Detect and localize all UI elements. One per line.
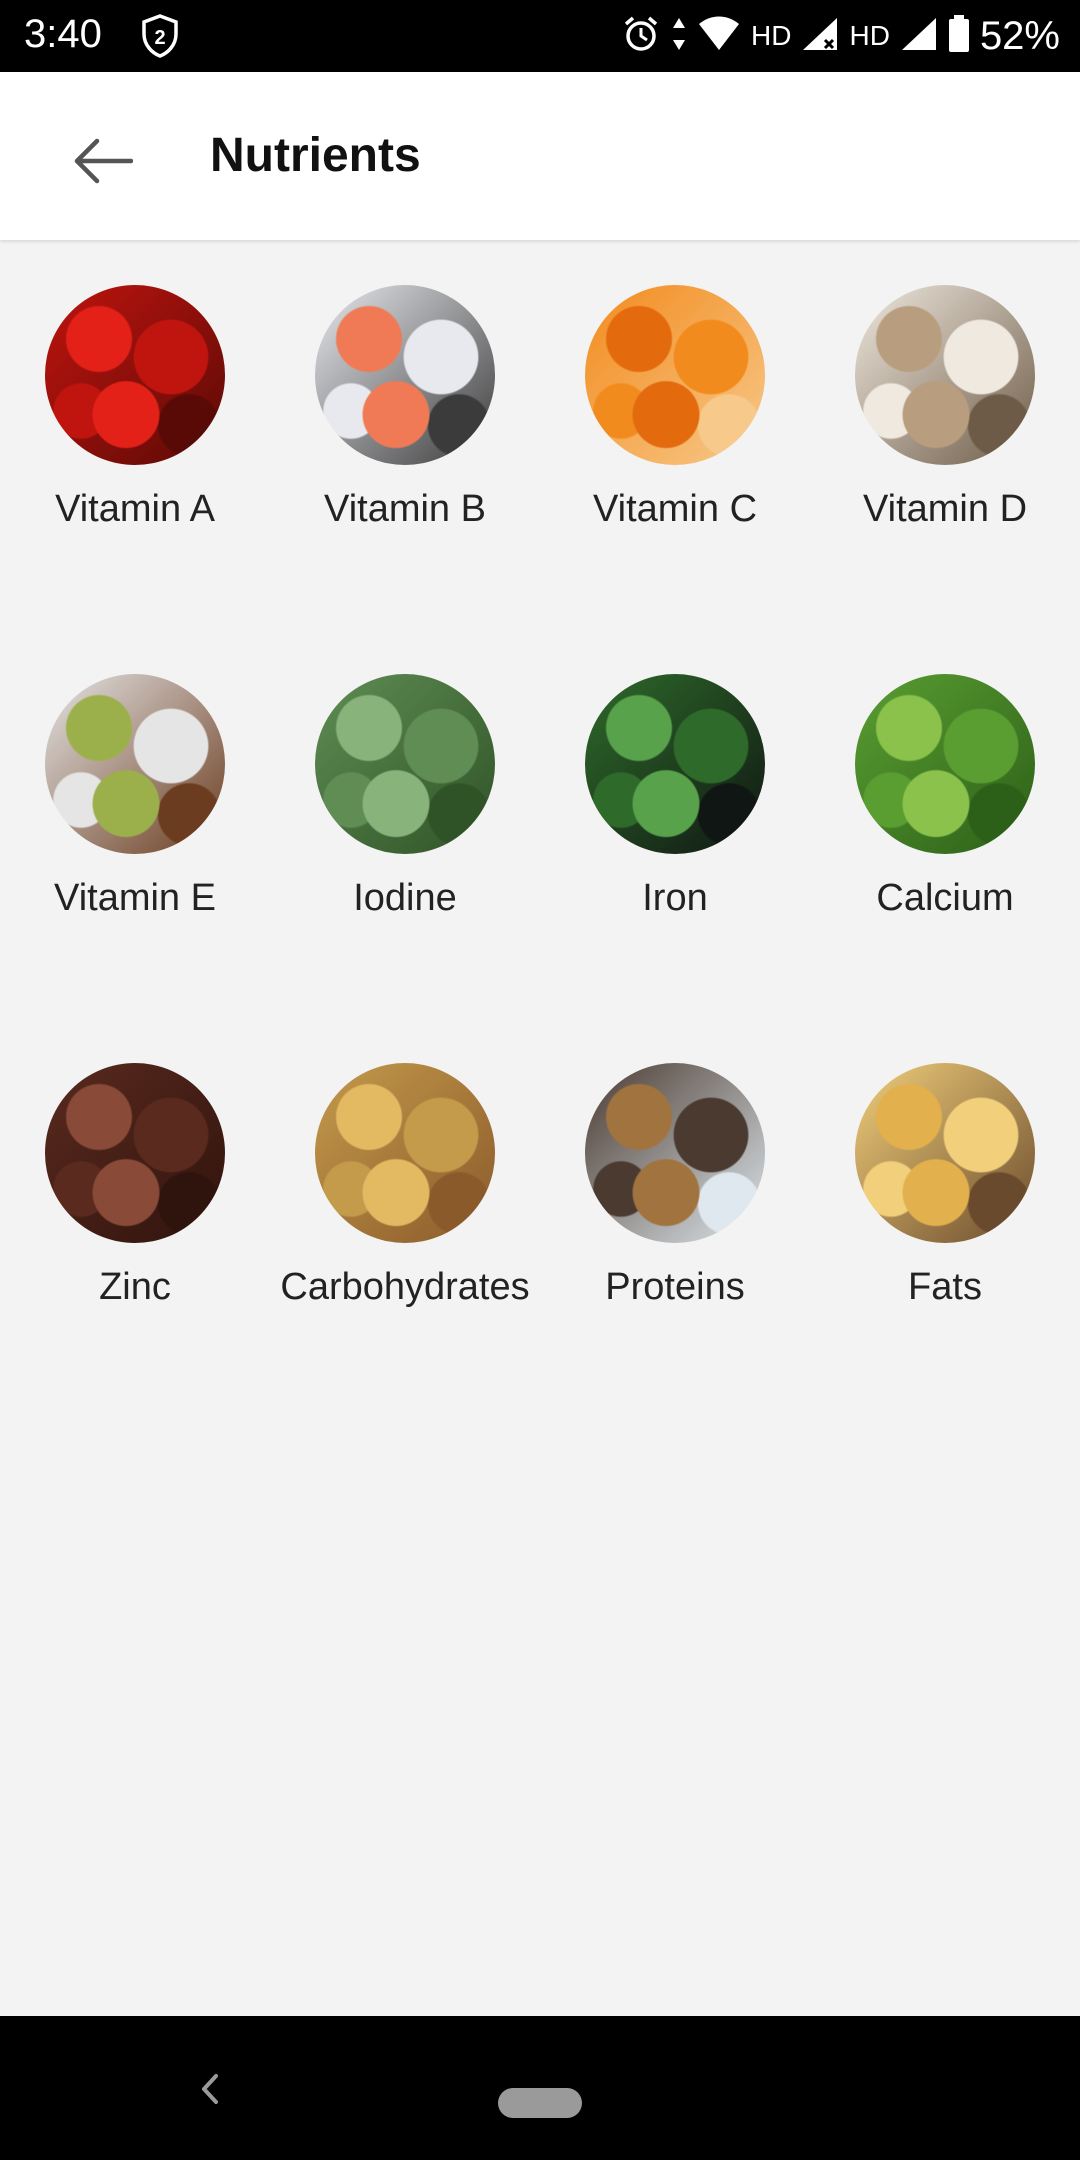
nutrient-label: Vitamin A (55, 488, 215, 530)
status-time: 3:40 (24, 12, 102, 56)
back-button[interactable] (60, 118, 146, 204)
nutrient-label: Vitamin B (324, 488, 486, 530)
data-arrows-icon (671, 16, 687, 57)
nutrient-label: Fats (908, 1266, 982, 1308)
battery-icon (948, 14, 970, 58)
page-title: Nutrients (210, 129, 421, 182)
nutrient-label: Iodine (353, 877, 457, 919)
nutrient-image-mushrooms (855, 285, 1035, 465)
nutrient-image-avocado (45, 674, 225, 854)
nutrient-item[interactable]: Iron (540, 629, 810, 959)
nutrient-label: Proteins (605, 1266, 745, 1308)
nutrient-item[interactable]: Vitamin D (810, 240, 1080, 570)
nutrient-image-spinach (585, 674, 765, 854)
shield-icon: 2 (140, 14, 180, 58)
nav-home-pill[interactable] (498, 2088, 582, 2118)
nutrient-item[interactable]: Calcium (810, 629, 1080, 959)
nutrient-item[interactable]: Proteins (540, 1018, 810, 1348)
arrow-left-icon (74, 138, 133, 184)
nutrient-image-mandarin-oranges (585, 285, 765, 465)
nutrient-label: Vitamin E (54, 877, 216, 919)
nutrient-item[interactable]: Vitamin E (0, 629, 270, 959)
hd-label-1: HD (751, 20, 792, 51)
status-bar: 3:40 2 HD HD 52% (0, 0, 1080, 72)
battery-percent: 52% (979, 13, 1060, 58)
nutrient-item[interactable]: Vitamin B (270, 240, 540, 570)
app-bar: Nutrients (0, 72, 1080, 240)
nutrient-label: Vitamin D (862, 488, 1028, 530)
alarm-icon (621, 14, 661, 59)
nutrient-image-egg-basket (585, 1063, 765, 1243)
wifi-icon (697, 16, 741, 57)
nav-back-icon[interactable] (190, 2064, 230, 2114)
nutrient-item[interactable]: Vitamin A (0, 240, 270, 570)
navigation-bar (0, 2016, 1080, 2160)
signal-icon (801, 16, 839, 57)
nutrient-label: Carbohydrates (280, 1266, 530, 1308)
nutrient-label: Zinc (99, 1266, 171, 1308)
nutrient-label: Iron (642, 877, 708, 919)
hd-label-2: HD (849, 20, 890, 51)
nutrient-image-red-bell-peppers (45, 285, 225, 465)
shield-badge-number: 2 (154, 27, 165, 49)
nutrient-image-cheese (855, 1063, 1035, 1243)
nutrient-image-flax-seeds (45, 1063, 225, 1243)
nutrient-item[interactable]: Zinc (0, 1018, 270, 1348)
nutrient-label: Calcium (876, 877, 1014, 919)
nutrient-label: Vitamin C (592, 488, 758, 530)
nutrient-item[interactable]: Vitamin C (540, 240, 810, 570)
nutrient-item[interactable]: Fats (810, 1018, 1080, 1348)
nutrient-item[interactable]: Iodine (270, 629, 540, 959)
status-icons: HD HD 52% (621, 10, 1060, 62)
nutrient-image-grains-mix (315, 1063, 495, 1243)
nutrient-image-broccoli (855, 674, 1035, 854)
nutrient-item[interactable]: Carbohydrates (270, 1018, 540, 1348)
nutrient-image-salmon-fillet (315, 285, 495, 465)
nutrient-image-green-beans (315, 674, 495, 854)
signal-icon-2 (900, 16, 938, 57)
